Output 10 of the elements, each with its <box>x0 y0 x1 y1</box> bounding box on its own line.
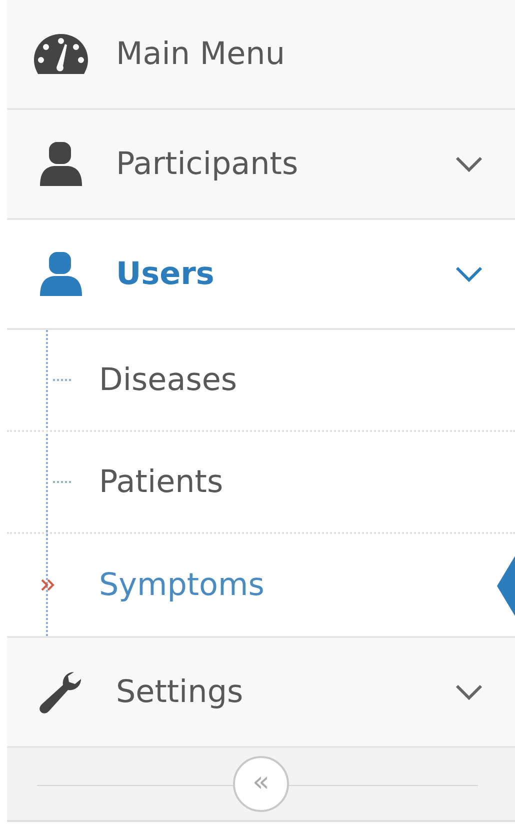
selection-pointer-icon <box>497 556 515 616</box>
menu-item[interactable]: Users <box>7 220 515 330</box>
submenu-item[interactable]: Patients <box>7 432 515 534</box>
menu-item[interactable]: Settings <box>7 638 515 748</box>
dashboard-icon <box>32 32 90 76</box>
menu-item[interactable]: Participants <box>7 110 515 220</box>
submenu-item[interactable]: Symptoms <box>7 534 515 636</box>
menu-item[interactable]: Main Menu <box>7 0 515 110</box>
submenu-item[interactable]: Diseases <box>7 330 515 432</box>
double-chevron-icon <box>40 577 56 593</box>
